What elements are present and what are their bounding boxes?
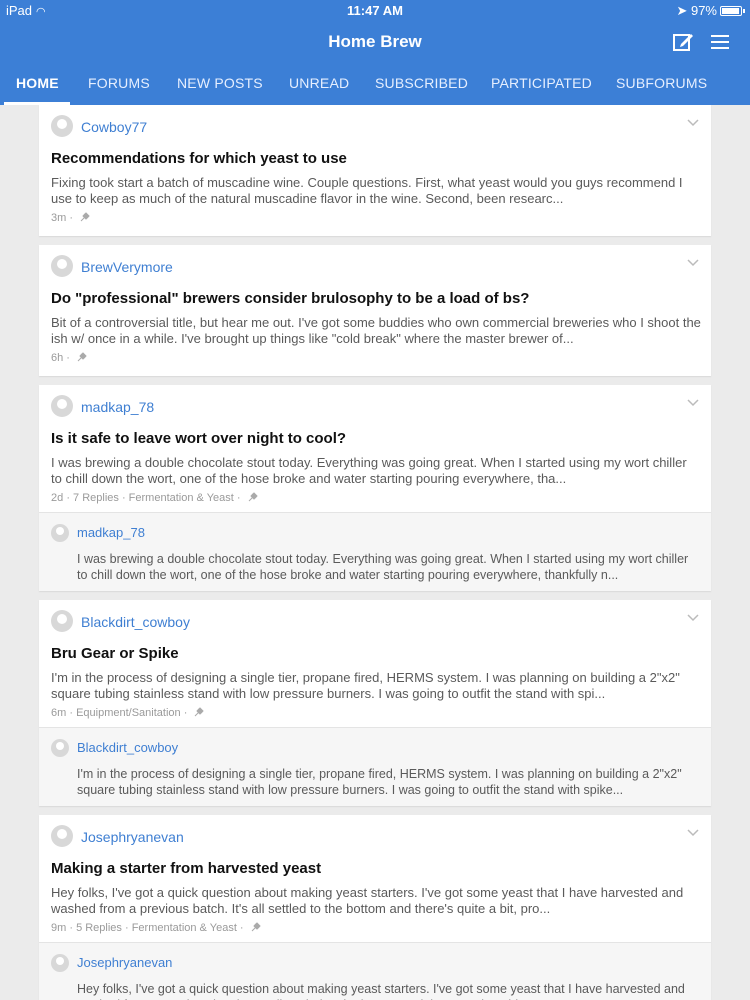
reply-author[interactable]: madkap_78 [77,525,145,540]
avatar [51,115,73,137]
post-preview: I was brewing a double chocolate stout t… [51,455,687,486]
post-meta: 2d · 7 Replies · Fermentation & Yeast · [51,492,258,504]
chevron-down-icon[interactable] [687,827,699,839]
chevron-down-icon[interactable] [687,612,699,624]
post-card[interactable]: Blackdirt_cowboy Bru Gear or Spike I'm i… [39,600,711,806]
tab-home[interactable]: HOME [16,75,59,91]
tab-subscribed[interactable]: SUBSCRIBED [375,75,468,91]
post-meta-details: · 7 Replies · Fermentation & Yeast · [66,492,241,504]
post-title[interactable]: Bru Gear or Spike [51,645,179,662]
pin-icon [248,492,258,502]
tab-forums[interactable]: FORUMS [88,75,150,91]
pin-icon [77,352,87,362]
avatar [51,395,73,417]
post-title[interactable]: Do "professional" brewers consider brulo… [51,290,529,307]
post-author[interactable]: Cowboy77 [81,119,147,135]
post-time: 9m [51,922,67,934]
post-preview: Fixing took start a batch of muscadine w… [51,175,683,206]
latest-reply[interactable]: Josephryanevan Hey folks, I've got a qui… [39,942,711,1000]
post-card[interactable]: Josephryanevan Making a starter from har… [39,815,711,1000]
battery-percent: 97% [690,3,717,18]
menu-icon[interactable] [709,31,731,53]
pin-icon [195,707,205,717]
avatar [51,825,73,847]
battery-status: ➤ 97% [676,3,745,19]
post-author[interactable]: Blackdirt_cowboy [81,614,190,630]
pin-icon [251,922,261,932]
tab-subforums[interactable]: SUBFORUMS [616,75,707,91]
tab-unread[interactable]: UNREAD [289,75,349,91]
avatar [51,524,69,542]
post-meta: 6h · [51,352,87,364]
post-preview: Hey folks, I've got a quick question abo… [51,885,684,916]
post-author[interactable]: madkap_78 [81,399,154,415]
avatar [51,255,73,277]
tab-bar: HOME FORUMS NEW POSTS UNREAD SUBSCRIBED … [0,68,750,105]
reply-author[interactable]: Josephryanevan [77,955,172,970]
reply-preview: I was brewing a double chocolate stout t… [77,552,689,582]
post-card[interactable]: madkap_78 Is it safe to leave wort over … [39,385,711,591]
post-time: 2d [51,492,64,504]
post-title[interactable]: Is it safe to leave wort over night to c… [51,430,346,447]
post-meta: 6m · Equipment/Sanitation · [51,707,205,719]
clock: 11:47 AM [347,3,403,18]
compose-icon[interactable] [672,31,694,53]
chevron-down-icon[interactable] [687,397,699,409]
tab-participated[interactable]: PARTICIPATED [491,75,592,91]
chevron-down-icon[interactable] [687,257,699,269]
status-bar: iPad ◠ 11:47 AM ➤ 97% [0,3,750,21]
pin-icon [80,212,90,222]
post-card[interactable]: Cowboy77 Recommendations for which yeast… [39,105,711,236]
post-time: 6h [51,352,64,364]
post-preview: I'm in the process of designing a single… [51,670,680,701]
avatar [51,739,69,757]
page-title: Home Brew [328,32,422,51]
battery-icon [720,6,745,16]
post-meta: 9m · 5 Replies · Fermentation & Yeast · [51,922,261,934]
location-icon: ➤ [676,3,688,18]
app-header: iPad ◠ 11:47 AM ➤ 97% Home Brew HOME FORU… [0,0,750,105]
post-meta-details: · Equipment/Sanitation · [69,707,188,719]
tab-new-posts[interactable]: NEW POSTS [177,75,263,91]
post-time: 3m [51,212,67,224]
post-title[interactable]: Making a starter from harvested yeast [51,860,321,877]
latest-reply[interactable]: madkap_78 I was brewing a double chocola… [39,512,711,591]
avatar [51,610,73,632]
post-author[interactable]: BrewVerymore [81,259,173,275]
reply-author[interactable]: Blackdirt_cowboy [77,740,178,755]
latest-reply[interactable]: Blackdirt_cowboy I'm in the process of d… [39,727,711,806]
reply-preview: Hey folks, I've got a quick question abo… [77,982,685,1000]
post-meta-details: · 5 Replies · Fermentation & Yeast · [69,922,244,934]
post-card[interactable]: BrewVerymore Do "professional" brewers c… [39,245,711,376]
post-author[interactable]: Josephryanevan [81,829,184,845]
post-meta: 3m · [51,212,90,224]
chevron-down-icon[interactable] [687,117,699,129]
post-title[interactable]: Recommendations for which yeast to use [51,150,347,167]
post-time: 6m [51,707,67,719]
reply-preview: I'm in the process of designing a single… [77,767,682,797]
post-preview: Bit of a controversial title, but hear m… [51,315,701,346]
avatar [51,954,69,972]
